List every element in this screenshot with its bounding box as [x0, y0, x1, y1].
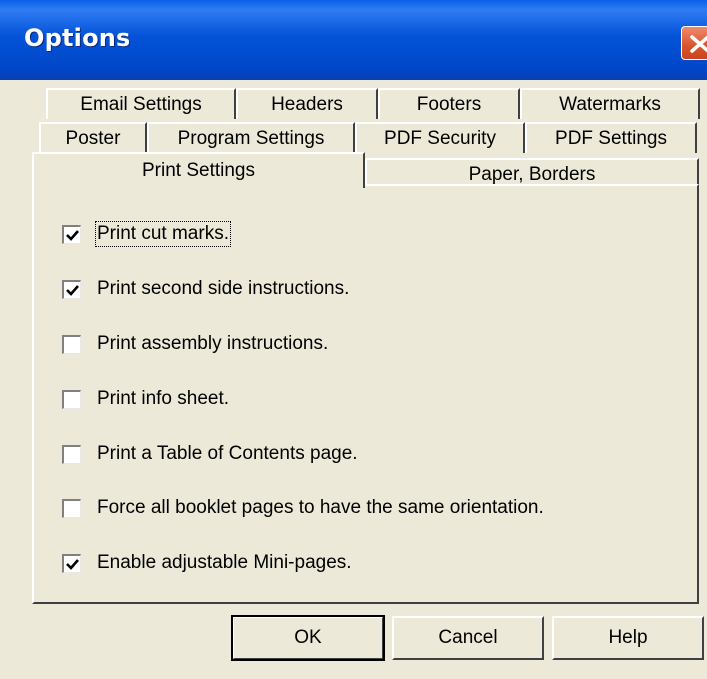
tab-program-settings[interactable]: Program Settings [147, 122, 355, 153]
tab-print-settings[interactable]: Print Settings [32, 152, 365, 188]
button-label: OK [294, 627, 322, 648]
button-label: Cancel [438, 627, 498, 648]
option-print-assembly-instructions[interactable]: Print assembly instructions. [62, 331, 328, 357]
tab-pdf-security[interactable]: PDF Security [355, 122, 525, 153]
checkbox[interactable] [62, 498, 81, 518]
tab-label: Paper, Borders [468, 163, 596, 185]
help-button[interactable]: Help [552, 616, 704, 660]
checkbox[interactable] [62, 389, 81, 409]
option-label: Print second side instructions. [97, 278, 350, 299]
checkbox[interactable] [62, 279, 81, 299]
window-title: Options [24, 24, 131, 52]
tab-label: Email Settings [80, 93, 202, 115]
option-label: Print assembly instructions. [97, 333, 329, 354]
title-bar[interactable]: Options [0, 0, 707, 80]
tab-label: Headers [271, 93, 343, 115]
option-label: Print info sheet. [97, 388, 230, 409]
close-icon [690, 35, 707, 53]
tab-label: Watermarks [559, 93, 661, 115]
tab-label: Print Settings [142, 160, 255, 181]
ok-button[interactable]: OK [231, 615, 385, 661]
option-label: Print cut marks. [95, 221, 231, 247]
option-print-second-side-instructions[interactable]: Print second side instructions. [62, 276, 349, 302]
close-button[interactable] [681, 26, 707, 60]
option-label: Print a Table of Contents page. [97, 443, 358, 464]
tab-pdf-settings[interactable]: PDF Settings [525, 122, 697, 153]
option-label: Force all booklet pages to have the same… [97, 497, 544, 518]
button-label: Help [608, 627, 648, 648]
checkbox[interactable] [62, 444, 81, 464]
checkbox[interactable] [62, 553, 81, 573]
option-label: Enable adjustable Mini-pages. [97, 552, 352, 573]
checkmark-icon [66, 229, 79, 241]
tab-footers[interactable]: Footers [378, 88, 520, 119]
checkbox[interactable] [62, 334, 81, 354]
tab-label: Program Settings [177, 127, 325, 149]
print-settings-panel: Print cut marks. Print second side instr… [32, 184, 699, 604]
tab-poster[interactable]: Poster [39, 122, 147, 153]
option-force-same-orientation[interactable]: Force all booklet pages to have the same… [62, 495, 544, 521]
checkmark-icon [66, 284, 79, 296]
option-print-info-sheet[interactable]: Print info sheet. [62, 386, 229, 412]
tab-watermarks[interactable]: Watermarks [520, 88, 700, 119]
dialog-body: Email Settings Headers Footers Watermark… [0, 80, 707, 679]
checkmark-icon [66, 558, 79, 570]
option-enable-adjustable-minipages[interactable]: Enable adjustable Mini-pages. [62, 550, 352, 576]
tab-email-settings[interactable]: Email Settings [46, 88, 236, 119]
tab-label: PDF Settings [555, 127, 667, 149]
cancel-button[interactable]: Cancel [392, 616, 544, 660]
option-print-cut-marks[interactable]: Print cut marks. [62, 221, 231, 247]
option-print-toc-page[interactable]: Print a Table of Contents page. [62, 441, 358, 467]
tab-label: PDF Security [384, 127, 496, 149]
tab-label: Poster [65, 127, 121, 149]
tab-headers[interactable]: Headers [236, 88, 378, 119]
tab-label: Footers [416, 93, 482, 115]
checkbox[interactable] [62, 224, 81, 244]
